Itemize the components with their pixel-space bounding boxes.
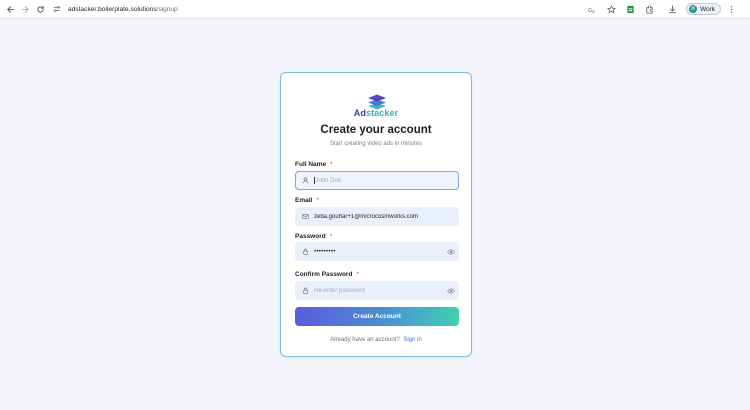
signin-prompt-text: Already have an account? bbox=[330, 337, 400, 343]
full-name-label-text: Full Name bbox=[295, 161, 327, 168]
show-password-eye-icon[interactable] bbox=[444, 242, 458, 261]
profile-label: Work bbox=[699, 5, 715, 13]
password-masked-value: ••••••••• bbox=[314, 248, 336, 255]
extension-sheets-icon[interactable] bbox=[622, 2, 639, 17]
full-name-placeholder: John Doe bbox=[314, 176, 342, 185]
reload-icon[interactable] bbox=[33, 2, 48, 17]
extensions-puzzle-icon[interactable] bbox=[641, 2, 658, 17]
menu-kebab-icon[interactable] bbox=[723, 2, 740, 17]
password-label: Password * bbox=[295, 233, 332, 240]
download-icon[interactable] bbox=[664, 2, 681, 17]
required-mark: * bbox=[330, 161, 333, 168]
confirm-password-placeholder: Re-enter password bbox=[314, 287, 365, 294]
url-path: /signup bbox=[156, 5, 178, 13]
brand-name-part1: Ad bbox=[353, 108, 366, 118]
brand-name-part2: stacker bbox=[365, 108, 399, 118]
email-label-text: Email bbox=[295, 197, 313, 204]
required-mark: * bbox=[316, 197, 319, 204]
password-label-text: Password bbox=[295, 233, 326, 240]
bookmark-star-icon[interactable] bbox=[603, 2, 620, 17]
url-host: adstacker.boilerplate.solutions bbox=[68, 5, 157, 13]
lock-icon bbox=[296, 281, 314, 300]
required-mark: * bbox=[329, 233, 333, 240]
confirm-password-label: Confirm Password * bbox=[295, 271, 359, 278]
email-field[interactable]: zeba.gouhar+1@microcosmworks.com bbox=[295, 207, 459, 226]
full-name-input[interactable]: John Doe bbox=[295, 171, 459, 190]
back-icon[interactable] bbox=[3, 2, 18, 17]
show-password-eye-icon[interactable] bbox=[444, 281, 458, 300]
email-label: Email * bbox=[295, 197, 319, 204]
signin-prompt: Already have an account? Sign in bbox=[281, 337, 471, 343]
password-input[interactable]: ••••••••• bbox=[295, 242, 459, 261]
signup-card: Adstacker Create your account Start crea… bbox=[280, 72, 472, 357]
page-title: Create your account bbox=[320, 124, 432, 136]
brand-name: Adstacker bbox=[281, 108, 471, 118]
email-value: zeba.gouhar+1@microcosmworks.com bbox=[314, 213, 418, 220]
confirm-password-input[interactable]: Re-enter password bbox=[295, 281, 459, 300]
page-subtitle: Start creating video ads in minutes bbox=[329, 141, 423, 147]
full-name-label: Full Name * bbox=[295, 161, 333, 168]
forward-icon[interactable] bbox=[18, 2, 33, 17]
required-mark: * bbox=[356, 271, 359, 278]
signin-link[interactable]: Sign in bbox=[403, 337, 421, 343]
lock-icon bbox=[296, 242, 314, 261]
browser-toolbar: adstacker.boilerplate.solutions/signup G… bbox=[0, 0, 750, 19]
translate-icon[interactable]: Ga bbox=[584, 2, 601, 17]
user-icon bbox=[296, 171, 314, 190]
svg-text:a: a bbox=[592, 10, 595, 14]
site-settings-icon[interactable] bbox=[52, 4, 62, 14]
address-bar[interactable]: adstacker.boilerplate.solutions/signup bbox=[52, 4, 584, 14]
confirm-password-label-text: Confirm Password bbox=[295, 271, 353, 278]
profile-button[interactable]: W Work bbox=[685, 3, 721, 15]
mail-icon bbox=[296, 207, 314, 226]
create-account-button[interactable]: Create Account bbox=[295, 307, 459, 326]
avatar: W bbox=[688, 5, 697, 13]
